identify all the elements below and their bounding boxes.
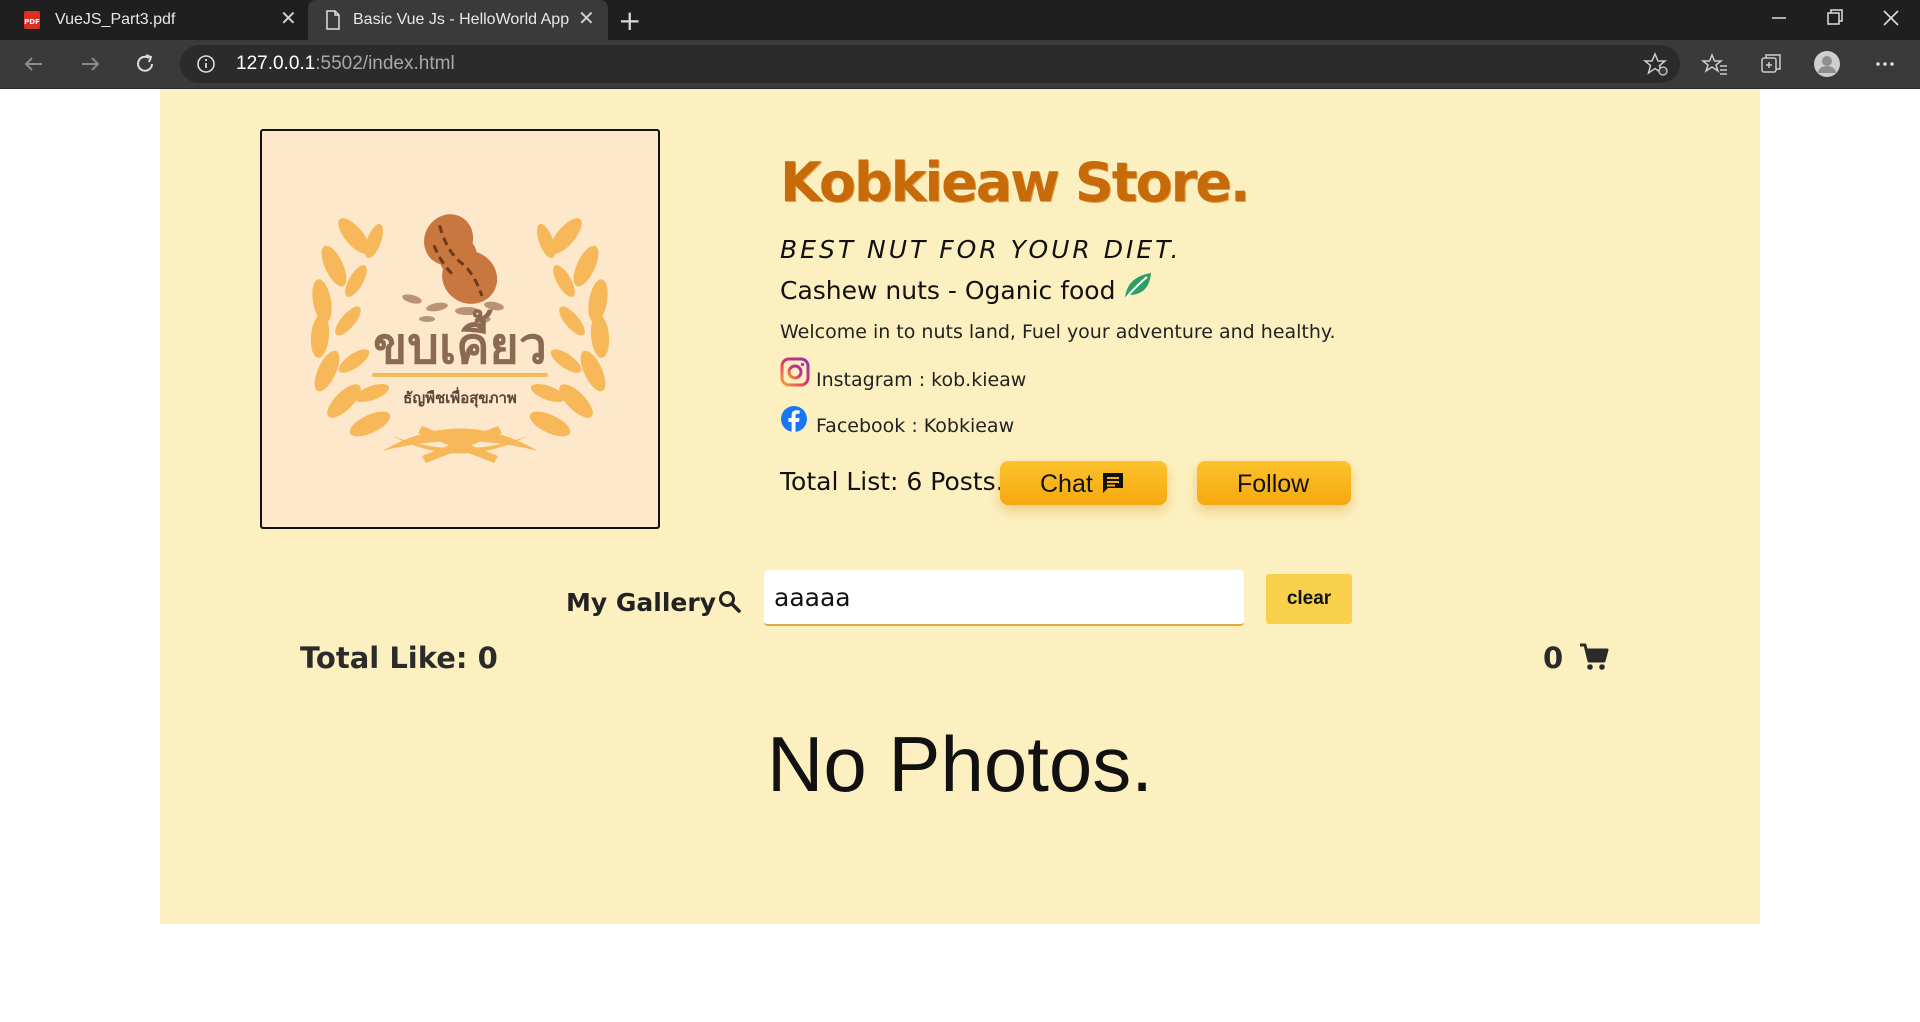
instagram-label: Instagram : kob.kieaw: [816, 369, 1027, 391]
chat-icon: [1103, 473, 1123, 493]
pdf-icon: PDF: [24, 11, 40, 29]
store-subtitle: Cashew nuts - Oganic food: [780, 272, 1153, 305]
more-menu-icon[interactable]: [1871, 50, 1899, 78]
address-bar: 127.0.0.1:5502/index.html: [0, 40, 1920, 89]
empty-gallery-message: No Photos.: [767, 720, 1153, 808]
follow-button[interactable]: Follow: [1197, 461, 1351, 505]
search-icon: [719, 591, 741, 613]
tab-active[interactable]: Basic Vue Js - HelloWorld App ✕: [308, 0, 608, 40]
info-icon[interactable]: [196, 54, 216, 74]
clear-button[interactable]: clear: [1266, 574, 1352, 624]
total-like: Total Like: 0: [300, 641, 498, 675]
page-icon: [326, 10, 340, 30]
tab-pdf[interactable]: PDF VueJS_Part3.pdf ✕: [0, 0, 308, 40]
logo-thai-name: ขบเคี้ยว: [373, 309, 547, 375]
logo-thai-sub: ธัญพืชเพื่อสุขภาพ: [403, 387, 517, 408]
close-tab-icon[interactable]: ✕: [280, 9, 297, 29]
cart-count: 0: [1543, 641, 1564, 675]
total-list: Total List: 6 Posts.: [780, 467, 1004, 496]
instagram-icon: [780, 357, 810, 387]
tab-title: Basic Vue Js - HelloWorld App: [353, 11, 570, 28]
refresh-icon[interactable]: [131, 50, 159, 78]
page-container: ขบเคี้ยว ธัญพืชเพื่อสุขภาพ Kobkieaw Stor…: [160, 89, 1760, 924]
logo-image: ขบเคี้ยว ธัญพืชเพื่อสุขภาพ: [310, 214, 610, 463]
facebook-icon: [781, 406, 807, 432]
chat-label: Chat: [1040, 470, 1093, 498]
new-tab-icon[interactable]: +: [618, 4, 641, 37]
store-logo: ขบเคี้ยว ธัญพืชเพื่อสุขภาพ: [260, 129, 660, 529]
cart-icon[interactable]: [1578, 642, 1610, 672]
minimize-icon[interactable]: [1770, 6, 1788, 34]
follow-label: Follow: [1237, 470, 1310, 498]
chat-button[interactable]: Chat: [1000, 461, 1167, 505]
back-icon[interactable]: [20, 50, 48, 78]
url-path: :5502/index.html: [315, 53, 455, 74]
forward-icon[interactable]: [76, 50, 104, 78]
favorite-add-icon[interactable]: [1642, 50, 1670, 78]
gallery-title: My Gallery: [566, 588, 716, 617]
facebook-label: Facebook : Kobkieaw: [816, 415, 1015, 437]
favorites-icon[interactable]: [1701, 50, 1729, 78]
tab-title: VueJS_Part3.pdf: [55, 11, 176, 28]
url-text: 127.0.0.1:5502/index.html: [236, 53, 455, 75]
subtitle-text: Cashew nuts - Oganic food: [780, 276, 1116, 305]
close-tab-icon[interactable]: ✕: [578, 9, 595, 29]
svg-text:PDF: PDF: [24, 18, 40, 26]
restore-icon[interactable]: [1826, 6, 1844, 34]
search-input[interactable]: [764, 570, 1244, 626]
store-tagline: BEST NUT FOR YOUR DIET.: [780, 235, 1182, 264]
tab-bar: PDF VueJS_Part3.pdf ✕ Basic Vue Js - Hel…: [0, 0, 1920, 40]
collections-icon[interactable]: [1757, 50, 1785, 78]
welcome-text: Welcome in to nuts land, Fuel your adven…: [780, 321, 1336, 343]
close-window-icon[interactable]: [1882, 6, 1900, 34]
store-title: Kobkieaw Store.: [780, 151, 1250, 214]
url-host: 127.0.0.1: [236, 53, 316, 74]
profile-avatar-icon[interactable]: [1813, 50, 1841, 78]
leaf-icon: [1125, 272, 1152, 299]
